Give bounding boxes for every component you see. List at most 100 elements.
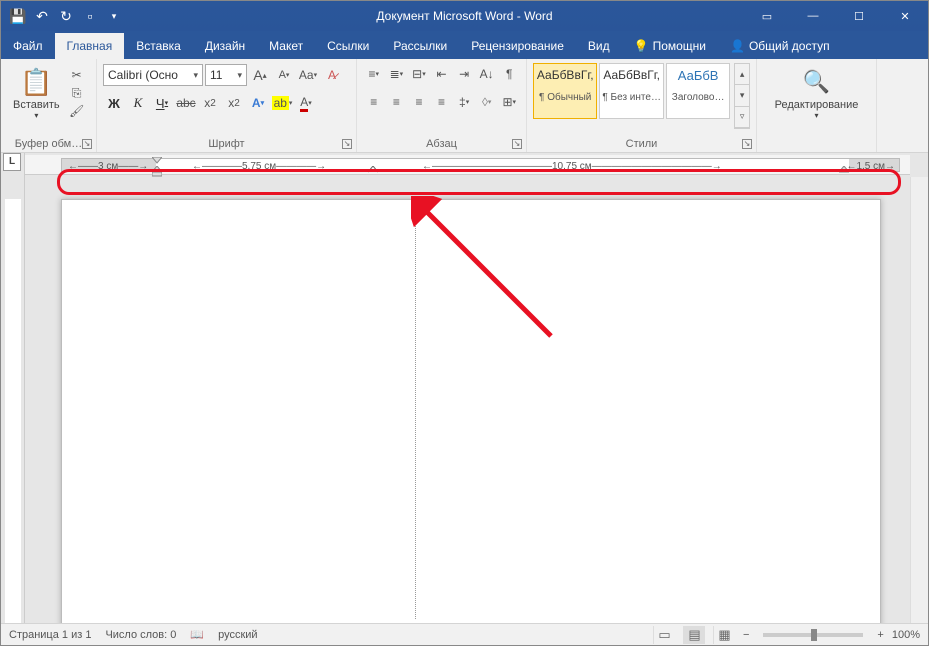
language-indicator[interactable]: русский bbox=[218, 629, 257, 641]
borders-button[interactable]: ⊞▾ bbox=[498, 91, 520, 113]
window-title: Документ Microsoft Word - Word bbox=[376, 9, 552, 23]
underline-button[interactable]: Ч▾ bbox=[151, 92, 173, 114]
justify-button[interactable]: ≡ bbox=[431, 91, 453, 113]
read-mode-button[interactable]: ▭ bbox=[653, 626, 675, 644]
cut-button[interactable]: ✂ bbox=[68, 67, 86, 83]
font-name-value: Calibri (Осно bbox=[108, 68, 178, 82]
new-doc-button[interactable]: ▫ bbox=[79, 5, 101, 27]
bold-button[interactable]: Ж bbox=[103, 92, 125, 114]
numbering-button[interactable]: ≣▾ bbox=[386, 63, 408, 85]
tab-review[interactable]: Рецензирование bbox=[459, 33, 576, 59]
clipboard-dialog-launcher[interactable]: ↘ bbox=[82, 139, 92, 149]
group-font: Calibri (Осно▾ 11▾ A▴ A▾ Aa▾ A̷ Ж К Ч▾ a… bbox=[97, 59, 357, 152]
tab-design[interactable]: Дизайн bbox=[193, 33, 257, 59]
copy-button[interactable]: ⎘ bbox=[68, 85, 86, 101]
group-clipboard: 📋 Вставить ▾ ✂ ⎘ 🖌 Буфер обм… ↘ bbox=[1, 59, 97, 152]
subscript-button[interactable]: x2 bbox=[199, 92, 221, 114]
styles-gallery-scroll: ▴ ▾ ▿ bbox=[734, 63, 750, 129]
zoom-out-button[interactable]: − bbox=[743, 629, 749, 641]
styles-scroll-up[interactable]: ▴ bbox=[735, 64, 749, 85]
line-spacing-button[interactable]: ‡▾ bbox=[453, 91, 475, 113]
format-painter-button[interactable]: 🖌 bbox=[68, 103, 86, 119]
font-size-combo[interactable]: 11▾ bbox=[205, 64, 247, 86]
zoom-slider-thumb[interactable] bbox=[811, 629, 817, 641]
decrease-indent-button[interactable]: ⇤ bbox=[431, 63, 453, 85]
undo-button[interactable]: ↶ bbox=[31, 5, 53, 27]
styles-group-label: Стили bbox=[527, 138, 756, 150]
font-color-button[interactable]: A▾ bbox=[295, 92, 317, 114]
qat-customize-button[interactable]: ▾ bbox=[103, 5, 125, 27]
tab-view[interactable]: Вид bbox=[576, 33, 622, 59]
web-layout-button[interactable]: ▦ bbox=[713, 626, 735, 644]
share-button[interactable]: 👤Общий доступ bbox=[718, 33, 842, 59]
clear-formatting-button[interactable]: A̷ bbox=[321, 64, 343, 86]
style-preview: АаБбВвГг, bbox=[603, 68, 660, 92]
align-right-button[interactable]: ≡ bbox=[408, 91, 430, 113]
paragraph-dialog-launcher[interactable]: ↘ bbox=[512, 139, 522, 149]
tab-insert[interactable]: Вставка bbox=[124, 33, 193, 59]
strikethrough-button[interactable]: abc bbox=[175, 92, 197, 114]
maximize-button[interactable]: ☐ bbox=[836, 1, 882, 31]
title-bar: 💾 ↶ ↻ ▫ ▾ Документ Microsoft Word - Word… bbox=[1, 1, 928, 31]
tab-home[interactable]: Главная bbox=[55, 33, 125, 59]
tab-mailings[interactable]: Рассылки bbox=[381, 33, 459, 59]
style-heading1[interactable]: АаБбВ Заголово… bbox=[666, 63, 730, 119]
tab-selector[interactable]: L bbox=[3, 153, 21, 171]
zoom-in-button[interactable]: + bbox=[877, 629, 883, 641]
align-left-button[interactable]: ≡ bbox=[363, 91, 385, 113]
minimize-button[interactable]: — bbox=[790, 1, 836, 31]
increase-indent-button[interactable]: ⇥ bbox=[453, 63, 475, 85]
spellcheck-button[interactable]: 📖 bbox=[190, 628, 204, 641]
style-normal[interactable]: АаБбВвГг, ¶ Обычный bbox=[533, 63, 597, 119]
text-effects-button[interactable]: A▾ bbox=[247, 92, 269, 114]
group-editing: 🔍 Редактирование ▾ bbox=[757, 59, 877, 152]
tell-me-label: Помощни bbox=[653, 39, 706, 53]
zoom-level[interactable]: 100% bbox=[892, 629, 920, 641]
font-dialog-launcher[interactable]: ↘ bbox=[342, 139, 352, 149]
tab-file[interactable]: Файл bbox=[1, 33, 55, 59]
italic-button[interactable]: К bbox=[127, 92, 149, 114]
sort-button[interactable]: A↓ bbox=[476, 63, 498, 85]
styles-scroll-down[interactable]: ▾ bbox=[735, 85, 749, 106]
highlight-button[interactable]: ab▾ bbox=[271, 92, 293, 114]
zoom-slider[interactable] bbox=[763, 633, 863, 637]
paste-button[interactable]: 📋 Вставить ▾ bbox=[7, 63, 66, 135]
shrink-font-button[interactable]: A▾ bbox=[273, 64, 295, 86]
style-preview: АаБбВ bbox=[678, 68, 719, 92]
tab-layout[interactable]: Макет bbox=[257, 33, 315, 59]
print-layout-button[interactable]: ▤ bbox=[683, 626, 705, 644]
document-area[interactable] bbox=[25, 177, 910, 623]
window-controls: ▭ — ☐ ✕ bbox=[744, 1, 928, 31]
show-marks-button[interactable]: ¶ bbox=[498, 63, 520, 85]
ribbon-options-button[interactable]: ▭ bbox=[744, 1, 790, 31]
styles-expand[interactable]: ▿ bbox=[735, 107, 749, 128]
save-button[interactable]: 💾 bbox=[7, 5, 29, 27]
grow-font-button[interactable]: A▴ bbox=[249, 64, 271, 86]
tab-references[interactable]: Ссылки bbox=[315, 33, 381, 59]
vertical-scrollbar[interactable] bbox=[910, 177, 928, 623]
tab-tell-me[interactable]: 💡Помощни bbox=[622, 33, 718, 59]
change-case-button[interactable]: Aa▾ bbox=[297, 64, 319, 86]
style-name-label: Заголово… bbox=[672, 92, 725, 103]
clipboard-icon: 📋 bbox=[20, 65, 52, 99]
align-center-button[interactable]: ≡ bbox=[386, 91, 408, 113]
vertical-ruler[interactable]: L bbox=[1, 153, 25, 623]
font-name-combo[interactable]: Calibri (Осно▾ bbox=[103, 64, 203, 86]
word-count[interactable]: Число слов: 0 bbox=[105, 629, 176, 641]
status-bar: Страница 1 из 1 Число слов: 0 📖 русский … bbox=[1, 623, 928, 645]
superscript-button[interactable]: x2 bbox=[223, 92, 245, 114]
document-page[interactable] bbox=[61, 199, 881, 623]
shading-button[interactable]: ◊▾ bbox=[476, 91, 498, 113]
page-indicator[interactable]: Страница 1 из 1 bbox=[9, 629, 91, 641]
bullets-button[interactable]: ≡▾ bbox=[363, 63, 385, 85]
editing-menu-button[interactable]: 🔍 Редактирование ▾ bbox=[763, 63, 870, 135]
redo-button[interactable]: ↻ bbox=[55, 5, 77, 27]
horizontal-ruler[interactable]: ←—— 3 см ——→ ←———— 5,75 см ————→ ←——————… bbox=[25, 153, 910, 177]
chevron-down-icon: ▾ bbox=[34, 111, 38, 120]
share-label: Общий доступ bbox=[749, 39, 830, 53]
close-button[interactable]: ✕ bbox=[882, 1, 928, 31]
styles-dialog-launcher[interactable]: ↘ bbox=[742, 139, 752, 149]
ribbon-tabs: Файл Главная Вставка Дизайн Макет Ссылки… bbox=[1, 31, 928, 59]
multilevel-list-button[interactable]: ⊟▾ bbox=[408, 63, 430, 85]
style-no-spacing[interactable]: АаБбВвГг, ¶ Без инте… bbox=[599, 63, 663, 119]
